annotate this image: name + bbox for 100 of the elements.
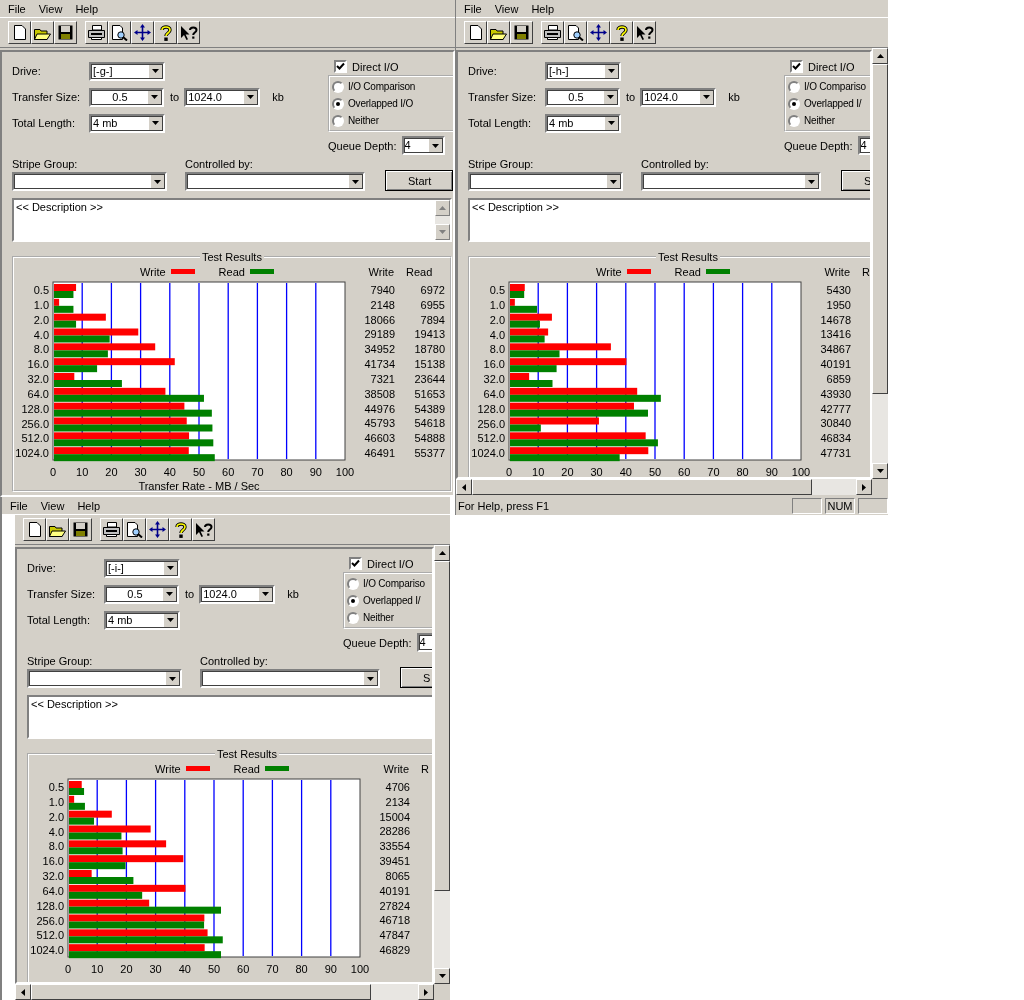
- transfer-size-label: Transfer Size:: [468, 91, 538, 103]
- status-pane: [792, 498, 822, 514]
- context-button[interactable]: [177, 21, 200, 44]
- blank-page-icon: [28, 522, 41, 537]
- tick-label: 10: [91, 963, 104, 975]
- checkbox[interactable]: [349, 557, 362, 570]
- move-button[interactable]: [587, 21, 610, 44]
- start-button[interactable]: Start: [385, 170, 453, 191]
- menu-item[interactable]: Help: [75, 1, 98, 16]
- stripe-group-dropdown[interactable]: [27, 669, 182, 688]
- description-field[interactable]: << Description >>: [12, 198, 452, 242]
- radio-button[interactable]: [332, 80, 344, 93]
- table-cell-text: 54389: [413, 401, 445, 417]
- table-cell-text: 15004: [378, 809, 410, 825]
- controlled-by-dropdown[interactable]: [185, 172, 365, 191]
- controlled-by-label: Controlled by:: [200, 654, 269, 668]
- tick-label: 10: [532, 466, 545, 477]
- scrollbar[interactable]: [435, 200, 450, 240]
- menu-item[interactable]: Help: [77, 498, 100, 513]
- open-button[interactable]: [31, 21, 54, 44]
- save-button[interactable]: [510, 21, 533, 44]
- drive-dropdown[interactable]: [-g-]: [89, 61, 165, 81]
- tick-label: 30: [149, 963, 162, 975]
- print-button[interactable]: [100, 518, 123, 541]
- stripe-group-dropdown[interactable]: [12, 172, 167, 191]
- menu-item[interactable]: View: [494, 1, 519, 16]
- help-button[interactable]: [154, 21, 177, 44]
- start-button[interactable]: S: [841, 170, 870, 191]
- queue-depth-dropdown[interactable]: 4: [401, 136, 445, 155]
- move-button[interactable]: [131, 21, 154, 44]
- open-button[interactable]: [487, 21, 510, 44]
- caret-icon: [166, 592, 173, 596]
- new-button[interactable]: [464, 21, 487, 44]
- print-button[interactable]: [85, 21, 108, 44]
- menu-item[interactable]: File: [10, 498, 28, 513]
- caret-icon: [607, 95, 614, 99]
- help-button[interactable]: [610, 21, 633, 44]
- table-cell-text: 15138: [413, 357, 445, 372]
- context-button[interactable]: [633, 21, 656, 44]
- radio-button[interactable]: [332, 97, 344, 110]
- vertical-scrollbar[interactable]: [434, 545, 450, 984]
- menu-item[interactable]: File: [464, 1, 482, 16]
- horizontal-scrollbar[interactable]: [15, 984, 434, 1000]
- menu-item[interactable]: View: [40, 498, 65, 513]
- move-button[interactable]: [146, 518, 169, 541]
- print-button[interactable]: [541, 21, 564, 44]
- preview-button[interactable]: [108, 21, 131, 44]
- controlled-by-dropdown[interactable]: [200, 669, 380, 688]
- stripe-group-dropdown[interactable]: [468, 172, 623, 191]
- queue-depth-dropdown[interactable]: 4: [416, 633, 432, 652]
- transfer-from-dropdown[interactable]: 0.5: [104, 584, 179, 604]
- new-button[interactable]: [23, 518, 46, 541]
- menu-item[interactable]: File: [8, 1, 26, 16]
- save-button[interactable]: [69, 518, 92, 541]
- drive-dropdown[interactable]: [-i-]: [104, 558, 180, 578]
- description-field[interactable]: << Description >>: [468, 198, 870, 242]
- radio-button[interactable]: [788, 80, 800, 93]
- controlled-by-dropdown[interactable]: [641, 172, 821, 191]
- transfer-to-dropdown[interactable]: 1024.0: [640, 87, 717, 107]
- total-length-dropdown[interactable]: 4 mb: [104, 610, 180, 630]
- down-arrow-icon: [439, 230, 446, 234]
- category-label: 32.0: [483, 373, 505, 385]
- group-title: Test Results: [656, 250, 720, 264]
- checkbox[interactable]: [790, 60, 803, 73]
- radio-button[interactable]: [347, 611, 359, 624]
- right-arrow-icon: [862, 483, 866, 491]
- queue-depth-dropdown[interactable]: 4: [857, 136, 870, 155]
- new-button[interactable]: [8, 21, 31, 44]
- radio-button[interactable]: [332, 114, 344, 127]
- radio-button[interactable]: [347, 577, 359, 590]
- horizontal-scrollbar[interactable]: [456, 479, 872, 495]
- radio-button[interactable]: [788, 97, 800, 110]
- menu-item[interactable]: View: [38, 1, 63, 16]
- description-field[interactable]: << Description >>: [27, 695, 432, 739]
- transfer-to-dropdown[interactable]: 1024.0: [184, 87, 261, 107]
- context-button[interactable]: [192, 518, 215, 541]
- transfer-to-dropdown[interactable]: 1024.0: [199, 584, 276, 604]
- total-length-dropdown[interactable]: 4 mb: [89, 113, 165, 133]
- caret-icon: [152, 69, 159, 73]
- radio-button[interactable]: [788, 114, 800, 127]
- radio-button[interactable]: [347, 594, 359, 607]
- open-button[interactable]: [46, 518, 69, 541]
- tick-label: 60: [237, 963, 250, 975]
- drive-dropdown[interactable]: [-h-]: [545, 61, 621, 81]
- help-button[interactable]: [169, 518, 192, 541]
- total-length-dropdown[interactable]: 4 mb: [545, 113, 621, 133]
- printer-icon: [88, 25, 105, 40]
- caret-icon: [167, 618, 174, 622]
- checkbox[interactable]: [334, 60, 347, 73]
- tick-label: 50: [648, 466, 662, 477]
- transfer-from-dropdown[interactable]: 0.5: [545, 87, 620, 107]
- menu-item[interactable]: Help: [531, 1, 554, 16]
- pointer-question-icon: [635, 24, 654, 41]
- vertical-scrollbar[interactable]: [872, 48, 888, 479]
- save-button[interactable]: [54, 21, 77, 44]
- preview-button[interactable]: [123, 518, 146, 541]
- start-button[interactable]: S: [400, 667, 432, 688]
- table-cell-text: 6859: [825, 371, 851, 387]
- preview-button[interactable]: [564, 21, 587, 44]
- transfer-from-dropdown[interactable]: 0.5: [89, 87, 164, 107]
